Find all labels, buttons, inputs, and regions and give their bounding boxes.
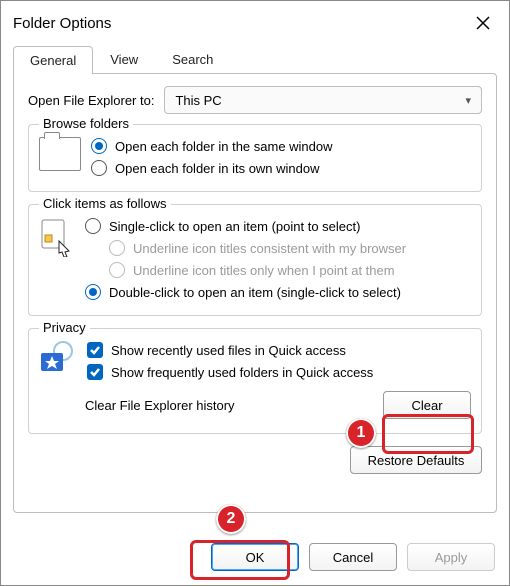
checkbox-label: Show recently used files in Quick access <box>111 343 346 358</box>
browse-folders-legend: Browse folders <box>39 116 133 131</box>
annotation-marker-2: 2 <box>216 504 246 534</box>
checkbox-label: Show frequently used folders in Quick ac… <box>111 365 373 380</box>
radio-icon <box>109 262 125 278</box>
radio-same-window[interactable]: Open each folder in the same window <box>91 135 471 157</box>
close-icon <box>476 16 490 30</box>
checkbox-freq-folders[interactable]: Show frequently used folders in Quick ac… <box>87 361 471 383</box>
chevron-down-icon: ▾ <box>465 94 471 107</box>
tab-pane-general: Open File Explorer to: This PC ▾ Browse … <box>13 73 497 513</box>
click-items-legend: Click items as follows <box>39 196 171 211</box>
privacy-group: Privacy Show recently used files in Quic… <box>28 328 482 434</box>
clear-button[interactable]: Clear <box>383 391 471 419</box>
radio-single-click[interactable]: Single-click to open an item (point to s… <box>85 215 471 237</box>
tabs: General View Search <box>13 45 497 73</box>
radio-label: Single-click to open an item (point to s… <box>109 219 360 234</box>
cursor-click-icon <box>39 217 75 257</box>
checkbox-recent-files[interactable]: Show recently used files in Quick access <box>87 339 471 361</box>
dialog-buttons: OK Cancel Apply <box>1 543 509 585</box>
folder-icon <box>39 137 81 171</box>
restore-defaults-button[interactable]: Restore Defaults <box>350 446 482 474</box>
open-explorer-value: This PC <box>175 93 221 108</box>
tab-general[interactable]: General <box>13 46 93 74</box>
radio-icon <box>109 240 125 256</box>
cancel-button[interactable]: Cancel <box>309 543 397 571</box>
radio-icon <box>91 138 107 154</box>
restore-row: Restore Defaults <box>28 446 482 474</box>
radio-label: Open each folder in the same window <box>115 139 333 154</box>
dialog-title: Folder Options <box>13 15 111 32</box>
folder-options-dialog: Folder Options General View Search Open … <box>0 0 510 586</box>
radio-underline-browser: Underline icon titles consistent with my… <box>109 237 471 259</box>
radio-underline-point: Underline icon titles only when I point … <box>109 259 471 281</box>
radio-own-window[interactable]: Open each folder in its own window <box>91 157 471 179</box>
radio-label: Underline icon titles consistent with my… <box>133 241 406 256</box>
privacy-legend: Privacy <box>39 320 90 335</box>
tab-view[interactable]: View <box>93 45 155 73</box>
radio-icon <box>85 284 101 300</box>
ok-button[interactable]: OK <box>211 543 299 571</box>
checkbox-icon <box>87 364 103 380</box>
annotation-marker-1: 1 <box>346 418 376 448</box>
open-explorer-label: Open File Explorer to: <box>28 93 154 108</box>
open-explorer-row: Open File Explorer to: This PC ▾ <box>28 86 482 114</box>
quick-access-icon <box>39 341 77 375</box>
titlebar: Folder Options <box>1 1 509 41</box>
apply-button: Apply <box>407 543 495 571</box>
radio-icon <box>91 160 107 176</box>
clear-history-label: Clear File Explorer history <box>85 398 235 413</box>
radio-label: Double-click to open an item (single-cli… <box>109 285 401 300</box>
open-explorer-combo[interactable]: This PC ▾ <box>164 86 482 114</box>
tab-search[interactable]: Search <box>155 45 230 73</box>
clear-history-row: Clear File Explorer history Clear <box>85 391 471 419</box>
radio-label: Open each folder in its own window <box>115 161 320 176</box>
checkbox-icon <box>87 342 103 358</box>
browse-folders-group: Browse folders Open each folder in the s… <box>28 124 482 192</box>
radio-icon <box>85 218 101 234</box>
close-button[interactable] <box>469 9 497 37</box>
radio-double-click[interactable]: Double-click to open an item (single-cli… <box>85 281 471 303</box>
radio-label: Underline icon titles only when I point … <box>133 263 395 278</box>
click-items-group: Click items as follows Single-click to o… <box>28 204 482 316</box>
tab-container: General View Search Open File Explorer t… <box>13 45 497 543</box>
